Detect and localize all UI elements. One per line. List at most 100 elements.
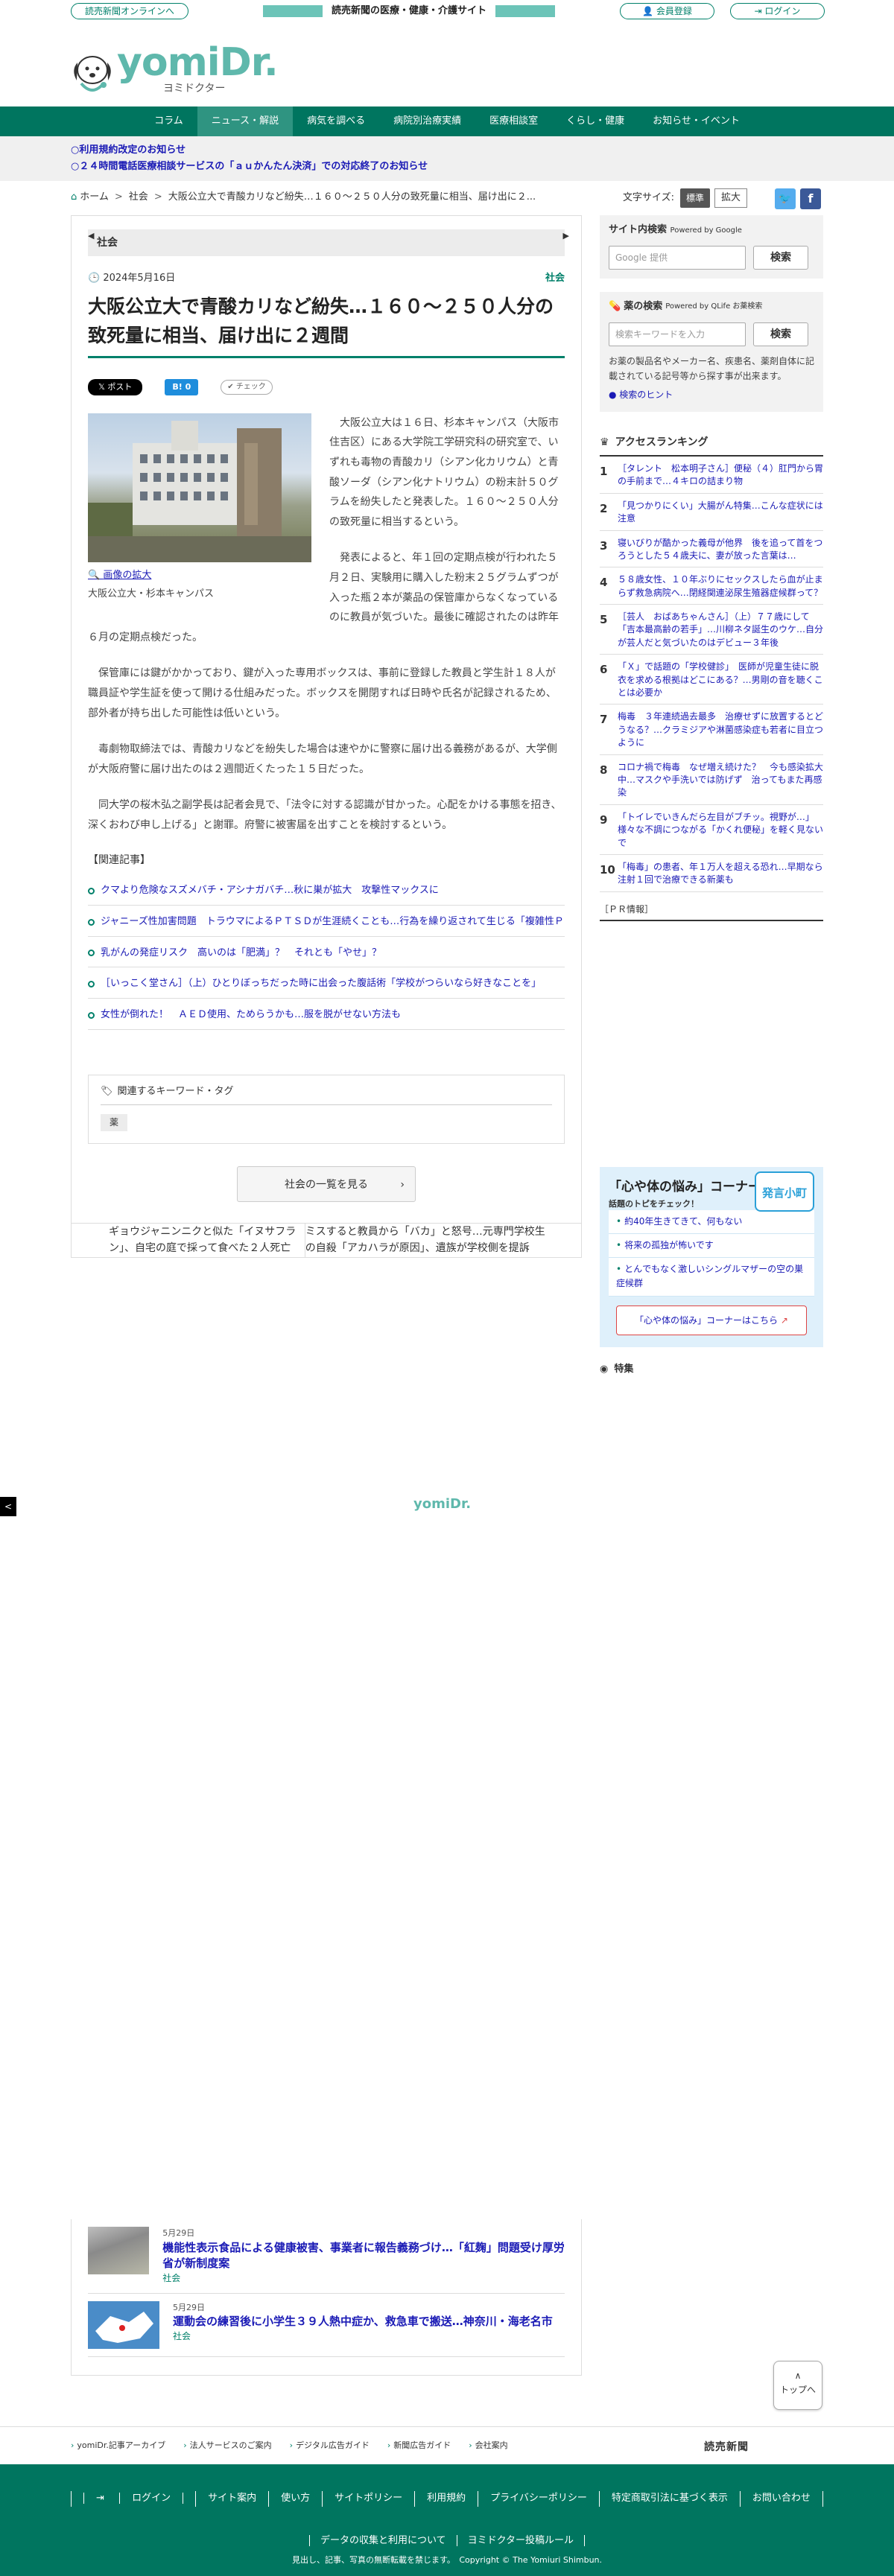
item-title: 運動会の練習後に小学生３９人熱中症か、救急車で搬送…神奈川・海老名市 (173, 2315, 553, 2329)
bullet-icon (88, 950, 95, 957)
login-label: ログイン (764, 6, 801, 16)
ranking-item[interactable]: 8 コロナ禍で梅毒 なぜ増え続けた？ 今も感染拡大中…マスクや手洗いでは防げず 治… (600, 755, 823, 805)
text-size-large-button[interactable]: 拡大 (714, 188, 748, 208)
special-title: 特集 (614, 1363, 634, 1375)
ranking-heading: ♛ アクセスランキング (600, 434, 823, 457)
ranking-item[interactable]: 5 ［芸人 おばあちゃんさん］（上）７７歳にして「吉本最高齢の若手」…川柳ネタ誕生… (600, 605, 823, 655)
photo-zoom-label: 画像の拡大 (103, 569, 152, 581)
tagline-text: 読売新聞の医療・健康・介護サイト (331, 4, 486, 16)
keyword-tag[interactable]: 薬 (101, 1113, 128, 1131)
footer-link[interactable]: デジタル広告ガイド (290, 2439, 370, 2452)
notice-link[interactable]: ○２４時間電話医療相談サービスの「ａｕかんたん決済」での対応終了のお知らせ (71, 159, 894, 175)
item-category: 社会 (173, 2331, 191, 2342)
x-post-button[interactable]: 𝕏 ポスト (88, 379, 143, 395)
footer-nav-link[interactable]: 特定商取引法に基づく表示 (598, 2491, 740, 2507)
article-paragraph: 毒劇物取締法では、青酸カリなどを紛失した場合は速やかに警察に届け出る義務があるが… (88, 743, 557, 775)
article-title: 大阪公立大で青酸カリなど紛失…１６０～２５０人分の致死量に相当、届け出に２週間 (88, 293, 565, 359)
list-item[interactable]: 5月29日 運動会の練習後に小学生３９人熱中症か、救急車で搬送…神奈川・海老名市… (88, 2294, 565, 2357)
kokoro-topic-link[interactable]: • 将来の孤独が怖いです (609, 1234, 814, 1259)
related-link-text: ジャニーズ性加害問題 トラウマによるＰＴＳＤが生涯続くことも…行為を繰り返されて… (101, 915, 565, 927)
related-link[interactable]: クマより危険なスズメバチ・アシナガバチ…秋に巣が拡大 攻撃性マックスに (88, 874, 565, 906)
footer-link[interactable]: 新聞広告ガイド (387, 2439, 451, 2452)
tagline-bar-right (495, 5, 555, 17)
footer-sub-links: yomiDr.記事アーカイブ 法人サービスのご案内 デジタル広告ガイド 新聞広告… (0, 2426, 894, 2464)
breadcrumb-home[interactable]: ホーム (80, 190, 109, 206)
nav-hospital[interactable]: 病院別治療実績 (379, 106, 475, 136)
chevron-right-icon: > (153, 191, 162, 203)
item-date: 5月29日 (173, 2302, 205, 2312)
article-category[interactable]: 社会 (545, 271, 565, 287)
related-link[interactable]: ［いっこく堂さん］（上）ひとりぼっちだった時に出会った腹話術「学校がつらいなら好… (88, 967, 565, 999)
nav-column[interactable]: コラム (140, 106, 197, 136)
rank-title: 「Ｘ」で話題の「学校健診」 医師が児童生徒に脱衣を求める根拠はどこにある？…男剛… (618, 661, 823, 699)
footer-nav-link[interactable]: 利用規約 (414, 2491, 478, 2507)
footer-link[interactable]: 会社案内 (469, 2439, 508, 2452)
list-item[interactable]: 5月29日 機能性表示食品による健康被害、事業者に報告義務づけ…「紅麹」問題受け… (88, 2219, 565, 2294)
notice-link[interactable]: ○利用規約改定のお知らせ (71, 142, 894, 159)
site-search-button[interactable]: 検索 (753, 245, 808, 270)
login-button[interactable]: ⇥ ログイン (730, 3, 825, 19)
kokoro-corner-button[interactable]: 「心や体の悩み」コーナーはこちら ↗ (616, 1305, 807, 1335)
ranking-item[interactable]: 10 「梅毒」の患者、年１万人を超える恐れ…早期なら注射１回で治療できる新薬も (600, 855, 823, 892)
kokoro-topic-link[interactable]: • 約40年生きてきて、何もない (609, 1209, 814, 1235)
footer-nav-link[interactable]: 使い方 (268, 2491, 322, 2507)
yomiuri-online-link[interactable]: 読売新聞オンラインへ (71, 3, 189, 19)
nav-life[interactable]: くらし・健康 (552, 106, 638, 136)
side-tab-toggle[interactable]: < (0, 1497, 16, 1516)
article-thumbnail (88, 2227, 150, 2274)
footer-link[interactable]: yomiDr.記事アーカイブ (71, 2439, 165, 2452)
footer-nav-link[interactable]: サイトポリシー (322, 2491, 414, 2507)
kokoro-title: 「心や体の悩み」コーナー (609, 1179, 761, 1195)
related-link[interactable]: 乳がんの発症リスク 高いのは「肥満」？ それとも「やせ」？ (88, 937, 565, 968)
ranking-item[interactable]: 1 ［タレント 松本明子さん］便秘（４）肛門から胃の手前まで…４キロの詰まり物 (600, 457, 823, 494)
search-hint-link[interactable]: ● 検索のヒント (609, 388, 814, 402)
ranking-item[interactable]: 4 ５８歳女性、１０年ぶりにセックスしたら血が止まらず救急病院へ…閉経関連泌尿生殖… (600, 567, 823, 605)
ranking-item[interactable]: 7 梅毒 ３年連続過去最多 治療せずに放置するとどうなる？…クラミジアや淋菌感染症… (600, 705, 823, 755)
nav-consult[interactable]: 医療相談室 (475, 106, 552, 136)
drug-search-description: お薬の製品名やメーカー名、疾患名、薬剤自体に記載されている記号等から探す事が出来… (609, 355, 815, 381)
article-date: 2024年5月16日 (103, 273, 176, 284)
breadcrumb-category[interactable]: 社会 (129, 190, 148, 206)
footer-nav-link[interactable]: お問い合わせ (739, 2491, 823, 2507)
related-link[interactable]: ジャニーズ性加害問題 トラウマによるＰＴＳＤが生涯続くことも…行為を繰り返されて… (88, 906, 565, 937)
ranking-item[interactable]: 2 「見つかりにくい」大腸がん特集…こんな症状には注意 (600, 494, 823, 531)
nav-events[interactable]: お知らせ・イベント (638, 106, 754, 136)
text-size-standard-button[interactable]: 標準 (680, 188, 711, 208)
nav-news[interactable]: ニュース・解説 (197, 106, 294, 136)
logo-area: yomiDr. ヨミドクター (0, 22, 894, 106)
campus-photo[interactable] (88, 413, 311, 562)
drug-search-input[interactable]: 検索キーワードを入力 (609, 322, 746, 346)
ranking-item[interactable]: 3 寝いびりが酷かった義母が他界 後を追って首をつろうとした５４歳夫に、妻が放った… (600, 531, 823, 568)
footer-nav-link[interactable]: プライバシーポリシー (478, 2491, 599, 2507)
related-link-text: ［いっこく堂さん］（上）ひとりぼっちだった時に出会った腹話術「学校がつらいなら好… (101, 978, 542, 990)
rank-title: 「トイレでいきんだら左目がブチッ。視野が…」様々な不調につながる「かくれ便秘」を… (618, 811, 824, 848)
yomiuri-logo[interactable]: 読売新聞 (704, 2439, 749, 2455)
category-list-button[interactable]: 社会の一覧を見る › (237, 1165, 416, 1202)
next-article-link[interactable]: ミスすると教員から「バカ」と怒号…元専門学校生の自殺「アカハラが原因」、遺族が学… (305, 1224, 581, 1257)
check-button[interactable]: ✔ チェック (221, 380, 273, 395)
rank-number: 10 (600, 862, 615, 877)
site-logo[interactable]: yomiDr. ヨミドクター (71, 43, 279, 97)
hatena-bookmark-button[interactable]: B! 0 (165, 379, 199, 395)
footer-nav-link[interactable]: サイト案内 (195, 2491, 268, 2507)
footer-link[interactable]: 法人サービスのご案内 (183, 2439, 272, 2452)
ranking-item[interactable]: 9 「トイレでいきんだら左目がブチッ。視野が…」様々な不調につながる「かくれ便秘」… (600, 805, 823, 855)
site-search-input[interactable]: Google 提供 (609, 245, 746, 270)
ranking-item[interactable]: 6 「Ｘ」で話題の「学校健診」 医師が児童生徒に脱衣を求める根拠はどこにある？…男… (600, 655, 823, 705)
back-to-top-button[interactable]: ∧ トップへ (773, 2361, 822, 2410)
footer-nav-link[interactable]: ヨミドクター投稿ルール (456, 2534, 586, 2546)
facebook-icon[interactable]: f (800, 188, 821, 209)
kokoro-topic-link[interactable]: • とんでもなく激しいシングルマザーの空の巣症候群 (609, 1258, 814, 1297)
photo-zoom-link[interactable]: 🔍 画像の拡大 (88, 567, 311, 585)
related-link[interactable]: 女性が倒れた！ ＡＥＤ使用、ためらうかも…服を脱がせない方法も (88, 999, 565, 1030)
twitter-icon[interactable]: 🐦 (775, 188, 796, 209)
nav-disease[interactable]: 病気を調べる (293, 106, 379, 136)
prev-article-link[interactable]: ギョウジャニンニクと似た「イヌサフラン」、自宅の庭で採って食べた２人死亡 (72, 1223, 305, 1257)
register-button[interactable]: 👤 会員登録 (620, 3, 714, 19)
footer-login-link[interactable]: ⇥ ログイン (71, 2491, 195, 2507)
drug-search-button[interactable]: 検索 (753, 322, 808, 346)
footer: ⇥ ログイン サイト案内 使い方 サイトポリシー 利用規約 プライバシーポリシー… (0, 2464, 894, 2576)
magnifier-icon: 🔍 (88, 569, 104, 581)
footer-nav-link[interactable]: データの収集と利用について (308, 2534, 457, 2546)
crown-icon: ♛ (600, 436, 609, 448)
